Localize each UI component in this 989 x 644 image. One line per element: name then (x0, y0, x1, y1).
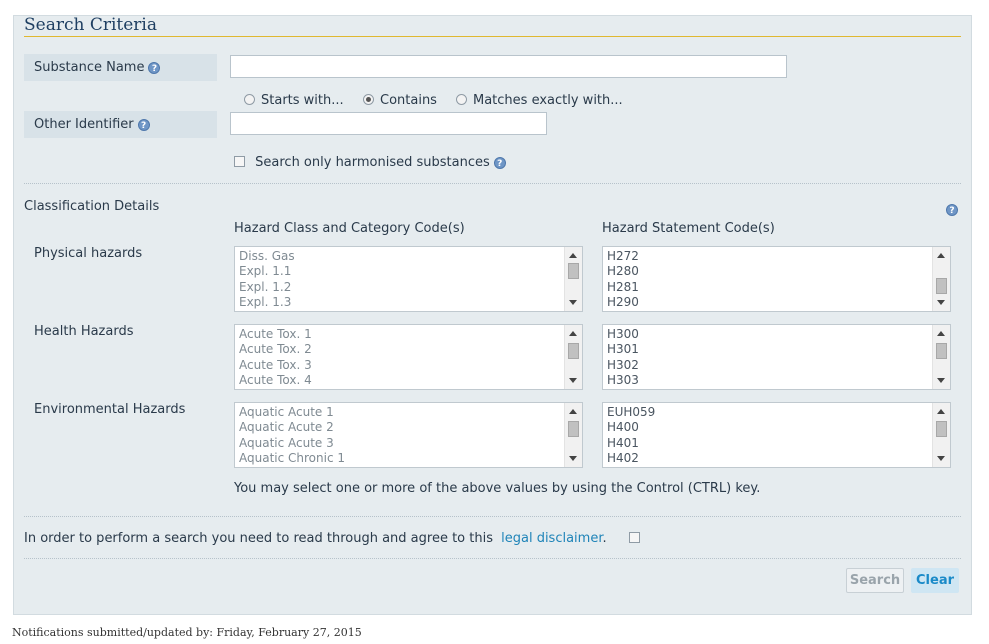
scrollbar[interactable] (564, 325, 582, 389)
scrollbar[interactable] (564, 247, 582, 311)
health-statement-listbox[interactable]: H300 H301 H302 H303 (602, 324, 951, 390)
row-label-environmental: Environmental Hazards (34, 402, 186, 417)
radio-icon[interactable] (456, 94, 467, 105)
environmental-class-listbox[interactable]: Aquatic Acute 1 Aquatic Acute 2 Aquatic … (234, 402, 583, 468)
classification-help[interactable]: ? (946, 202, 958, 217)
legal-disclaimer-link[interactable]: legal disclaimer (501, 531, 602, 546)
match-option-starts[interactable]: Starts with... (244, 93, 344, 108)
scrollbar[interactable] (564, 403, 582, 467)
list-item[interactable]: Aquatic Acute 3 (239, 436, 582, 451)
disclaimer-row: In order to perform a search you need to… (24, 531, 640, 546)
help-icon[interactable]: ? (946, 203, 958, 216)
scroll-up-icon[interactable] (569, 253, 577, 258)
scroll-thumb[interactable] (568, 421, 579, 437)
substance-name-label: Substance Name? (24, 54, 217, 81)
clear-button[interactable]: Clear (911, 568, 959, 593)
classification-section-label: Classification Details (24, 199, 160, 214)
list-item[interactable]: Diss. Gas (239, 249, 582, 264)
help-icon[interactable]: ? (137, 118, 150, 131)
list-item[interactable]: Acute Tox. 2 (239, 342, 582, 357)
substance-name-input[interactable] (230, 55, 787, 78)
radio-selected-icon[interactable] (363, 94, 374, 105)
divider (24, 516, 961, 518)
hazard-statement-header: Hazard Statement Code(s) (602, 221, 775, 236)
list-item[interactable]: H272 (607, 249, 950, 264)
scroll-thumb[interactable] (936, 278, 947, 294)
scrollbar[interactable] (932, 247, 950, 311)
scroll-down-icon[interactable] (937, 378, 945, 383)
list-item[interactable]: Aquatic Chronic 1 (239, 451, 582, 466)
footer-note: Notifications submitted/updated by: Frid… (12, 626, 362, 639)
title-underline (24, 36, 961, 37)
list-item[interactable]: H402 (607, 451, 950, 466)
list-item[interactable]: H401 (607, 436, 950, 451)
help-icon[interactable]: ? (493, 156, 506, 169)
list-item[interactable]: H280 (607, 264, 950, 279)
list-item[interactable]: Aquatic Acute 1 (239, 405, 582, 420)
scroll-up-icon[interactable] (937, 409, 945, 414)
scroll-down-icon[interactable] (569, 456, 577, 461)
scrollbar[interactable] (932, 403, 950, 467)
scroll-up-icon[interactable] (937, 253, 945, 258)
list-item[interactable]: Expl. 1.3 (239, 295, 582, 310)
match-option-contains[interactable]: Contains (363, 93, 437, 108)
other-identifier-input[interactable] (230, 112, 547, 135)
list-item[interactable]: H301 (607, 342, 950, 357)
environmental-statement-listbox[interactable]: EUH059 H400 H401 H402 (602, 402, 951, 468)
search-button[interactable]: Search (846, 568, 904, 593)
divider (24, 183, 961, 185)
row-label-physical: Physical hazards (34, 246, 143, 261)
divider (24, 558, 961, 560)
scroll-thumb[interactable] (936, 421, 947, 437)
other-identifier-label: Other Identifier? (24, 111, 217, 138)
list-item[interactable]: Expl. 1.2 (239, 280, 582, 295)
disclaimer-checkbox[interactable] (628, 532, 640, 543)
physical-class-listbox[interactable]: Diss. Gas Expl. 1.1 Expl. 1.2 Expl. 1.3 (234, 246, 583, 312)
disclaimer-text: In order to perform a search you need to… (24, 531, 493, 546)
hazard-class-header: Hazard Class and Category Code(s) (234, 221, 465, 236)
selection-hint: You may select one or more of the above … (234, 481, 761, 496)
health-class-listbox[interactable]: Acute Tox. 1 Acute Tox. 2 Acute Tox. 3 A… (234, 324, 583, 390)
list-item[interactable]: Acute Tox. 3 (239, 358, 582, 373)
list-item[interactable]: H400 (607, 420, 950, 435)
scroll-up-icon[interactable] (937, 331, 945, 336)
scroll-up-icon[interactable] (569, 331, 577, 336)
scroll-down-icon[interactable] (569, 300, 577, 305)
list-item[interactable]: H290 (607, 295, 950, 310)
scroll-thumb[interactable] (568, 343, 579, 359)
scroll-down-icon[interactable] (937, 300, 945, 305)
list-item[interactable]: H303 (607, 373, 950, 388)
row-label-health: Health Hazards (34, 324, 134, 339)
list-item[interactable]: Acute Tox. 4 (239, 373, 582, 388)
scroll-down-icon[interactable] (569, 378, 577, 383)
harmonised-option[interactable]: Search only harmonised substances? (234, 155, 506, 170)
help-icon[interactable]: ? (148, 61, 161, 74)
scroll-up-icon[interactable] (569, 409, 577, 414)
list-item[interactable]: EUH059 (607, 405, 950, 420)
checkbox[interactable] (234, 156, 245, 167)
list-item[interactable]: H281 (607, 280, 950, 295)
radio-icon[interactable] (244, 94, 255, 105)
scroll-thumb[interactable] (568, 263, 579, 279)
scroll-down-icon[interactable] (937, 456, 945, 461)
scrollbar[interactable] (932, 325, 950, 389)
match-option-exact[interactable]: Matches exactly with... (456, 93, 623, 108)
page-title: Search Criteria (24, 15, 158, 35)
scroll-thumb[interactable] (936, 343, 947, 359)
physical-statement-listbox[interactable]: H272 H280 H281 H290 (602, 246, 951, 312)
list-item[interactable]: Acute Tox. 1 (239, 327, 582, 342)
list-item[interactable]: H300 (607, 327, 950, 342)
list-item[interactable]: Aquatic Acute 2 (239, 420, 582, 435)
list-item[interactable]: Expl. 1.1 (239, 264, 582, 279)
list-item[interactable]: H302 (607, 358, 950, 373)
